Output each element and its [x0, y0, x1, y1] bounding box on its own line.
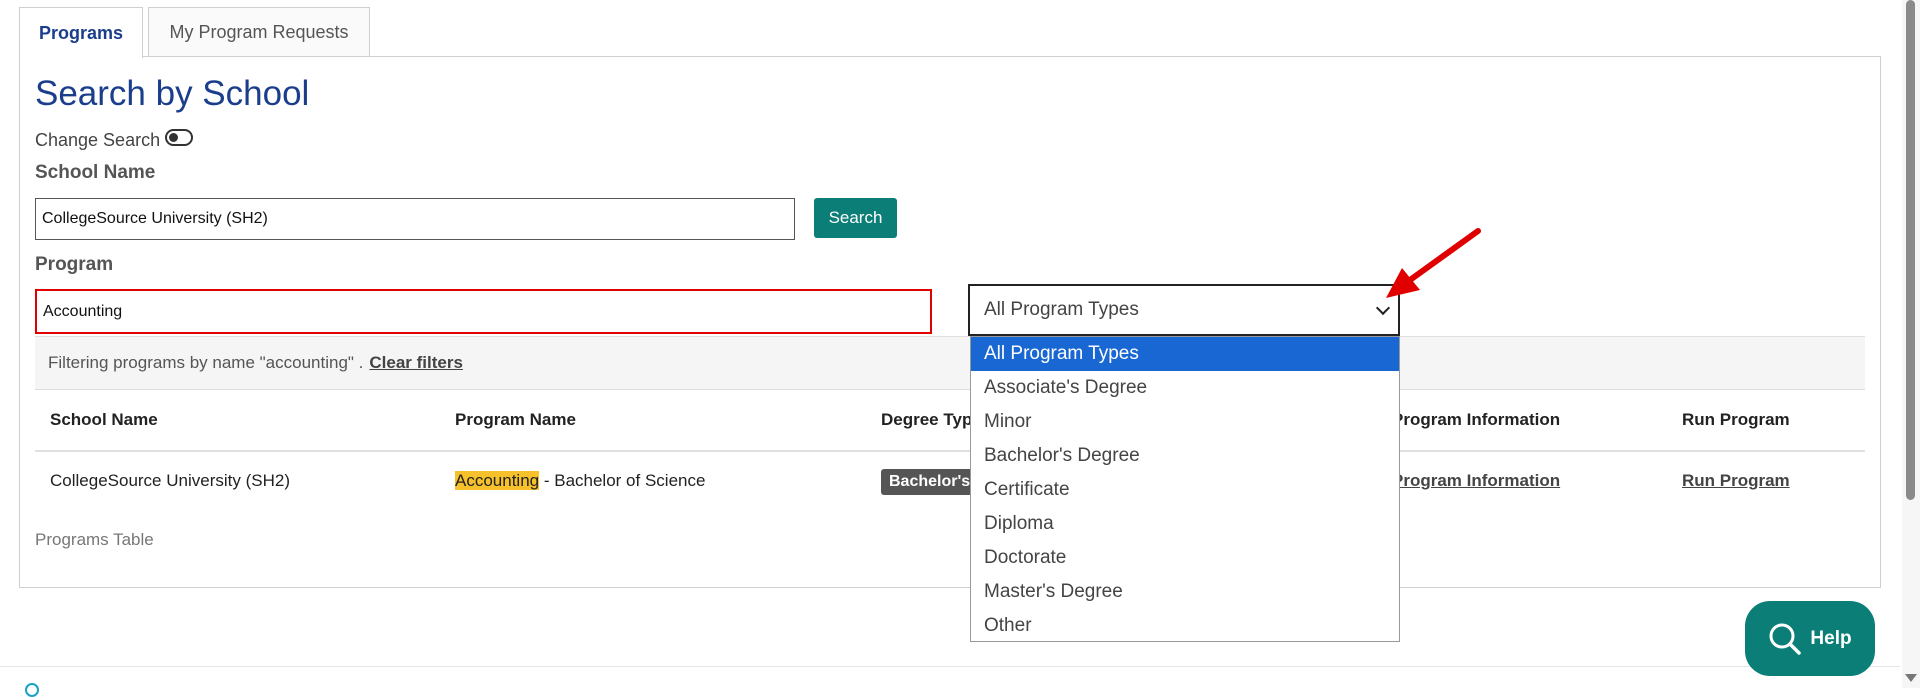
header-degree-type[interactable]: Degree Typ [881, 410, 972, 430]
option-associates-degree[interactable]: Associate's Degree [971, 371, 1399, 405]
option-masters-degree[interactable]: Master's Degree [971, 575, 1399, 609]
search-button[interactable]: Search [814, 198, 897, 238]
page-title: Search by School [35, 74, 310, 113]
footer-logo-icon [25, 683, 39, 697]
option-all-program-types[interactable]: All Program Types [971, 337, 1399, 371]
change-search: Change Search [35, 129, 194, 151]
program-input[interactable] [35, 289, 932, 334]
help-button[interactable]: Help [1745, 601, 1875, 676]
red-arrow-annotation [1386, 228, 1481, 298]
clear-filters-link[interactable]: Clear filters [369, 353, 463, 373]
program-information-link[interactable]: Program Information [1392, 471, 1560, 491]
program-type-selected: All Program Types [984, 299, 1139, 320]
option-minor[interactable]: Minor [971, 405, 1399, 439]
program-type-dropdown: All Program Types Associate's Degree Min… [970, 336, 1400, 642]
filter-bar: Filtering programs by name "accounting" … [35, 336, 1865, 390]
header-program-name[interactable]: Program Name [455, 410, 576, 430]
filter-text: Filtering programs by name "accounting" … [48, 353, 364, 372]
program-name-highlight: Accounting [455, 471, 540, 490]
run-program-link[interactable]: Run Program [1682, 471, 1790, 491]
header-run-program: Run Program [1682, 410, 1790, 429]
cell-program-name: Accounting - Bachelor of Science [455, 471, 705, 491]
footer-divider [0, 666, 1900, 667]
change-search-label: Change Search [35, 130, 161, 150]
search-icon [1769, 623, 1802, 655]
scrollbar-thumb[interactable] [1906, 0, 1915, 500]
scroll-down-arrow-icon[interactable] [1905, 674, 1917, 682]
header-program-information: Program Information [1392, 410, 1561, 429]
header-school-name[interactable]: School Name [50, 410, 158, 430]
option-diploma[interactable]: Diploma [971, 507, 1399, 541]
toggle-icon[interactable] [165, 129, 194, 146]
tab-my-program-requests[interactable]: My Program Requests [148, 7, 370, 57]
table-caption: Programs Table [35, 530, 154, 549]
option-other[interactable]: Other [971, 609, 1399, 641]
table-header-divider [35, 450, 1865, 452]
degree-type-badge: Bachelor's [881, 469, 976, 495]
program-label: Program [35, 254, 114, 275]
option-bachelors-degree[interactable]: Bachelor's Degree [971, 439, 1399, 473]
school-name-input[interactable] [35, 198, 795, 240]
option-doctorate[interactable]: Doctorate [971, 541, 1399, 575]
cell-school-name: CollegeSource University (SH2) [50, 471, 290, 490]
option-certificate[interactable]: Certificate [971, 473, 1399, 507]
help-label: Help [1810, 627, 1852, 649]
tab-programs[interactable]: Programs [19, 7, 143, 58]
program-type-select[interactable]: All Program Types [968, 284, 1400, 336]
school-name-label: School Name [35, 162, 156, 183]
program-name-rest: - Bachelor of Science [539, 471, 706, 490]
